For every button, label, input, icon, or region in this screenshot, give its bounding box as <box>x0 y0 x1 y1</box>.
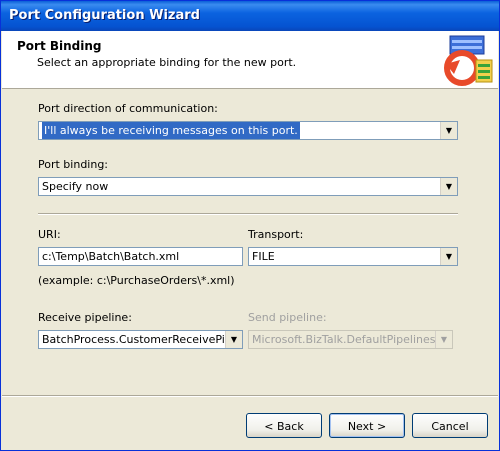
back-button[interactable]: < Back <box>246 413 322 438</box>
send-pipeline-label: Send pipeline: <box>248 311 327 324</box>
footer-divider <box>2 395 498 397</box>
title-bar[interactable]: Port Configuration Wizard <box>1 1 499 31</box>
window-title: Port Configuration Wizard <box>9 8 200 23</box>
binding-value: Specify now <box>42 180 109 193</box>
receive-pipeline-label: Receive pipeline: <box>38 311 132 324</box>
chevron-down-icon[interactable]: ▼ <box>225 331 242 348</box>
section-divider <box>38 213 458 215</box>
uri-input[interactable]: c:\Temp\Batch\Batch.xml <box>38 247 243 266</box>
chevron-down-icon[interactable]: ▼ <box>440 178 457 195</box>
transport-label: Transport: <box>248 228 304 241</box>
binding-label: Port binding: <box>38 158 109 171</box>
wizard-content: Port direction of communication: I'll al… <box>2 90 498 395</box>
receive-pipeline-select[interactable]: BatchProcess.CustomerReceivePipeline ▼ <box>38 330 243 349</box>
page-title: Port Binding <box>17 39 102 53</box>
uri-label: URI: <box>38 228 61 241</box>
send-pipeline-select: Microsoft.BizTalk.DefaultPipelines.XMLTr… <box>248 330 453 349</box>
transport-value: FILE <box>252 250 275 263</box>
chevron-down-icon: ▼ <box>435 331 452 348</box>
binding-select[interactable]: Specify now ▼ <box>38 177 458 196</box>
port-wizard-icon <box>444 35 493 86</box>
chevron-down-icon[interactable]: ▼ <box>440 248 457 265</box>
direction-label: Port direction of communication: <box>38 102 218 115</box>
chevron-down-icon[interactable]: ▼ <box>440 122 457 139</box>
wizard-header: Port Binding Select an appropriate bindi… <box>2 31 498 89</box>
cancel-button[interactable]: Cancel <box>412 413 488 438</box>
page-subtitle: Select an appropriate binding for the ne… <box>37 56 297 69</box>
send-pipeline-value: Microsoft.BizTalk.DefaultPipelines.XMLTr… <box>252 333 452 346</box>
receive-pipeline-value: BatchProcess.CustomerReceivePipeline <box>42 333 243 346</box>
next-button[interactable]: Next > <box>329 413 405 438</box>
transport-select[interactable]: FILE ▼ <box>248 247 458 266</box>
direction-value: I'll always be receiving messages on thi… <box>42 122 300 139</box>
direction-select[interactable]: I'll always be receiving messages on thi… <box>38 121 458 140</box>
uri-example: (example: c:\PurchaseOrders\*.xml) <box>38 274 235 287</box>
wizard-window: Port Configuration Wizard Port Binding S… <box>0 0 500 451</box>
